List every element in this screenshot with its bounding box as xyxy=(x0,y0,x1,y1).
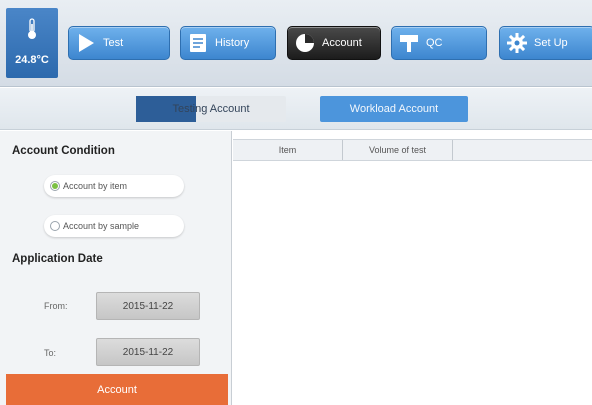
tab-workload-account-label: Workload Account xyxy=(349,103,439,115)
to-date-field[interactable]: 2015-11-22 xyxy=(96,338,200,366)
to-label: To: xyxy=(44,348,57,358)
history-icon xyxy=(190,34,206,52)
account-condition-panel: Account Condition Account by item Accoun… xyxy=(0,131,232,405)
nav-test-button[interactable]: Test xyxy=(68,26,170,60)
nav-qc-label: QC xyxy=(426,37,443,49)
results-table: Item Volume of test xyxy=(233,131,592,405)
account-icon xyxy=(296,34,314,52)
from-date-field[interactable]: 2015-11-22 xyxy=(96,292,200,320)
tab-testing-account-label: Testing Account xyxy=(172,103,250,115)
nav-account-button[interactable]: Account xyxy=(287,26,381,60)
nav-history-button[interactable]: History xyxy=(180,26,276,60)
qc-icon xyxy=(400,35,418,52)
top-navigation-bar: 24.8°C Test History Account QC Set Up xyxy=(0,0,592,87)
table-header: Item Volume of test xyxy=(233,139,592,161)
from-label: From: xyxy=(44,301,68,311)
nav-test-label: Test xyxy=(103,37,124,49)
radio-selected-icon xyxy=(50,181,60,191)
tab-testing-account[interactable]: Testing Account xyxy=(136,96,286,122)
temperature-indicator: 24.8°C xyxy=(6,8,58,78)
radio-account-by-item[interactable]: Account by item xyxy=(44,175,184,197)
application-date-title: Application Date xyxy=(12,253,103,265)
temperature-value: 24.8°C xyxy=(15,54,49,66)
radio-unselected-icon xyxy=(50,221,60,231)
nav-qc-button[interactable]: QC xyxy=(391,26,487,60)
play-icon xyxy=(79,34,94,52)
account-type-tabs: Testing Account Workload Account xyxy=(0,88,592,130)
nav-setup-button[interactable]: Set Up xyxy=(499,26,592,60)
gear-icon xyxy=(507,33,527,53)
thermometer-icon xyxy=(28,18,36,39)
nav-setup-label: Set Up xyxy=(534,37,568,49)
radio-account-by-sample[interactable]: Account by sample xyxy=(44,215,184,237)
tab-workload-account[interactable]: Workload Account xyxy=(320,96,468,122)
account-button[interactable]: Account xyxy=(6,374,228,405)
radio-account-by-sample-label: Account by sample xyxy=(63,221,140,231)
column-header-item[interactable]: Item xyxy=(233,140,343,160)
nav-account-label: Account xyxy=(322,37,362,49)
nav-history-label: History xyxy=(215,37,250,49)
radio-account-by-item-label: Account by item xyxy=(63,181,128,191)
account-condition-title: Account Condition xyxy=(12,145,115,157)
column-header-volume[interactable]: Volume of test xyxy=(343,140,453,160)
